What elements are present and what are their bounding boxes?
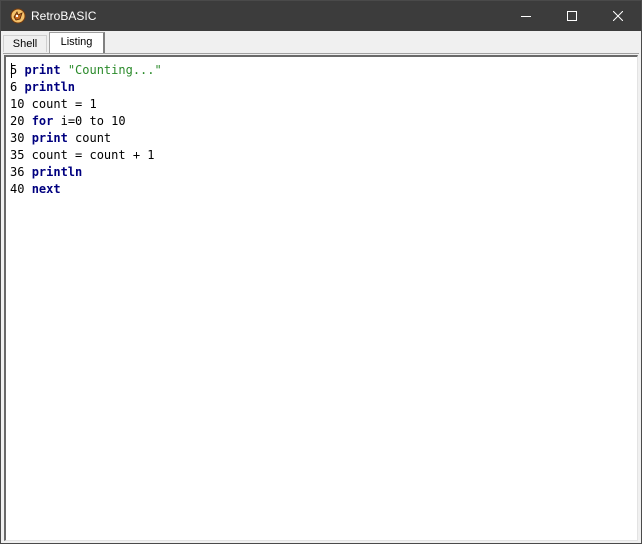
- code-line[interactable]: 36 println: [10, 164, 162, 181]
- keyword-token: println: [24, 80, 76, 94]
- window-title: RetroBASIC: [31, 9, 97, 23]
- code-line[interactable]: 20 for i=0 to 10: [10, 113, 162, 130]
- code-text: 35 count = count + 1: [10, 148, 155, 162]
- text-caret: [11, 63, 12, 78]
- code-text: 36: [10, 165, 32, 179]
- code-line[interactable]: 30 print count: [10, 130, 162, 147]
- code-line[interactable]: 6 println: [10, 79, 162, 96]
- code-text: count: [67, 131, 112, 145]
- tab-shell[interactable]: Shell: [3, 35, 47, 52]
- minimize-icon: [521, 16, 531, 17]
- maximize-button[interactable]: [549, 1, 595, 31]
- code-text: 6: [10, 80, 25, 94]
- tab-listing[interactable]: Listing: [49, 32, 105, 53]
- maximize-icon: [567, 11, 577, 21]
- retrobasic-app-icon[interactable]: [10, 8, 26, 24]
- minimize-button[interactable]: [503, 1, 549, 31]
- keyword-token: print: [31, 131, 68, 145]
- code-line[interactable]: 10 count = 1: [10, 96, 162, 113]
- app-window: RetroBASIC Shell Listing 5 print "Counti…: [0, 0, 642, 544]
- code-line[interactable]: 35 count = count + 1: [10, 147, 162, 164]
- tab-strip: Shell Listing: [1, 31, 641, 54]
- string-token: "Counting...": [67, 63, 162, 77]
- code-listing[interactable]: 5 print "Counting..." 6 println 10 count =…: [10, 62, 162, 198]
- keyword-token: for: [31, 114, 54, 128]
- code-text: i=0 to 10: [53, 114, 126, 128]
- code-text: 40: [10, 182, 32, 196]
- code-text: 30: [10, 131, 32, 145]
- code-line[interactable]: 5 print "Counting...": [10, 62, 162, 79]
- title-bar[interactable]: RetroBASIC: [1, 1, 641, 31]
- listing-editor[interactable]: 5 print "Counting..." 6 println 10 count =…: [4, 55, 638, 541]
- code-text: 5: [10, 63, 25, 77]
- keyword-token: next: [31, 182, 61, 196]
- close-button[interactable]: [595, 1, 641, 31]
- keyword-token: println: [31, 165, 83, 179]
- keyword-token: print: [24, 63, 61, 77]
- code-line[interactable]: 40 next: [10, 181, 162, 198]
- code-text: 20: [10, 114, 32, 128]
- close-icon: [613, 11, 623, 21]
- code-text: 10 count = 1: [10, 97, 97, 111]
